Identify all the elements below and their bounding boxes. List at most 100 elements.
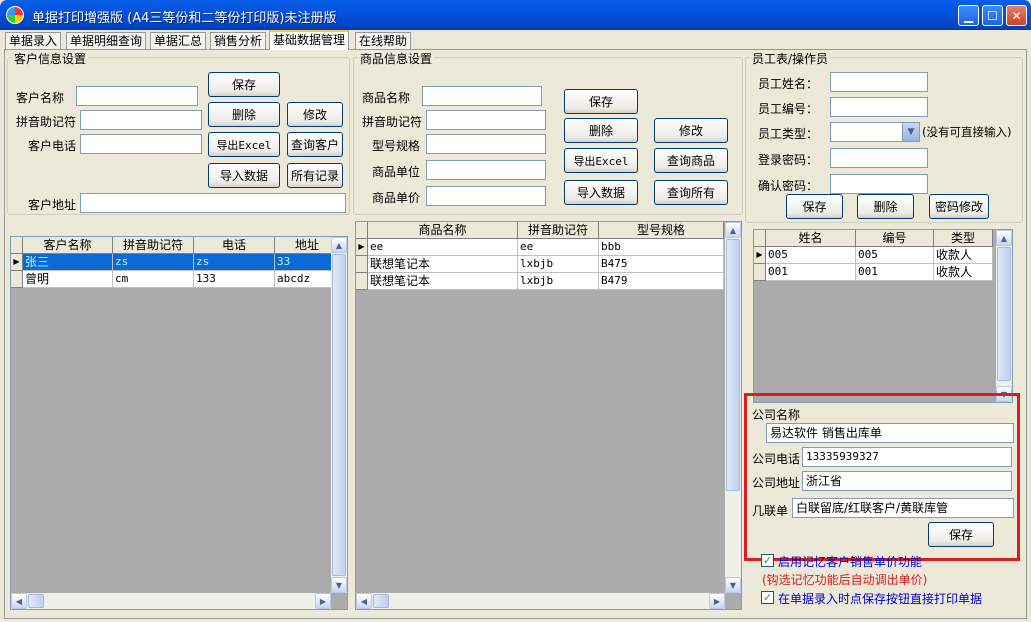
maximize-button[interactable]: ☐ [982, 5, 1003, 26]
table-row[interactable]: 联想笔记本 lxbjb B475 [368, 256, 724, 273]
product-import-button[interactable]: 导入数据 [564, 180, 638, 205]
scroll-right-icon[interactable]: ▶ [709, 593, 725, 609]
product-all-button[interactable]: 查询所有 [654, 180, 728, 205]
customer-edit-button[interactable]: 修改 [287, 102, 343, 127]
product-edit-button[interactable]: 修改 [654, 118, 728, 143]
customer-all-button[interactable]: 所有记录 [287, 163, 343, 188]
row-indicator [754, 264, 766, 281]
product-col-name[interactable]: 商品名称 [368, 222, 518, 239]
customer-vscroll[interactable]: ▲ ▼ [331, 237, 347, 593]
product-save-button[interactable]: 保存 [564, 89, 638, 114]
company-save-button[interactable]: 保存 [928, 522, 994, 547]
customer-query-button[interactable]: 查询客户 [287, 132, 343, 157]
tab-detail-query[interactable]: 单据明细查询 [66, 32, 147, 49]
product-hscroll[interactable]: ◀ ▶ [356, 593, 725, 609]
product-query-button[interactable]: 查询商品 [654, 148, 728, 173]
company-name-input[interactable]: 易达软件 销售出库单 [766, 423, 1014, 443]
table-row[interactable]: 001 001 收款人 [766, 264, 993, 281]
product-vscroll[interactable]: ▲ ▼ [725, 222, 741, 593]
employee-col-id[interactable]: 编号 [856, 230, 934, 247]
employee-id-input[interactable] [830, 97, 928, 117]
customer-name-input[interactable] [76, 86, 198, 106]
product-model-input[interactable] [426, 134, 546, 154]
employee-col-name[interactable]: 姓名 [766, 230, 856, 247]
row-indicator-icon: ▶ [11, 254, 23, 271]
row-indicator-icon: ▶ [356, 239, 368, 256]
customer-address-input[interactable] [80, 193, 346, 213]
customer-import-button[interactable]: 导入数据 [208, 163, 280, 188]
product-col-model[interactable]: 型号规格 [599, 222, 724, 239]
scroll-thumb[interactable] [373, 594, 389, 608]
employee-confirm-input[interactable] [830, 174, 928, 194]
close-button[interactable]: ✕ [1006, 5, 1027, 26]
scroll-left-icon[interactable]: ◀ [11, 593, 27, 609]
scroll-up-icon[interactable]: ▲ [996, 230, 1012, 246]
product-name-label: 商品名称 [362, 91, 411, 105]
product-grid[interactable]: 商品名称 拼音助记符 型号规格 ▶ ee ee bbb 联想笔记本 lxbjb … [355, 221, 742, 610]
table-cell: lxbjb [518, 273, 599, 290]
customer-col-phone[interactable]: 电话 [194, 237, 275, 254]
grid-corner [11, 237, 23, 254]
scroll-up-icon[interactable]: ▲ [725, 222, 741, 238]
product-unit-input[interactable] [426, 160, 546, 180]
employee-password-input[interactable] [830, 148, 928, 168]
employee-delete-button[interactable]: 删除 [857, 194, 914, 219]
row-indicator [356, 273, 368, 290]
employee-save-button[interactable]: 保存 [786, 194, 843, 219]
table-row[interactable]: 联想笔记本 lxbjb B479 [368, 273, 724, 290]
tab-summary[interactable]: 单据汇总 [150, 32, 207, 49]
product-name-input[interactable] [422, 86, 542, 106]
scroll-thumb[interactable] [997, 247, 1011, 381]
remember-price-checkbox[interactable]: ✓ [761, 554, 774, 567]
minimize-button[interactable]: ▁ [958, 5, 979, 26]
customer-save-button[interactable]: 保存 [208, 72, 280, 97]
customer-phone-input[interactable] [80, 134, 202, 154]
company-phone-input[interactable]: 13335939327 [802, 447, 1012, 467]
product-pinyin-input[interactable] [426, 110, 546, 130]
employee-vscroll[interactable]: ▲ ▼ [996, 230, 1012, 402]
employee-col-type[interactable]: 类型 [934, 230, 993, 247]
employee-name-input[interactable] [830, 72, 928, 92]
customer-hscroll[interactable]: ◀ ▶ [11, 593, 331, 609]
scroll-down-icon[interactable]: ▼ [331, 577, 347, 593]
tab-basic-data[interactable]: 基础数据管理 [269, 30, 350, 50]
grid-corner [754, 230, 766, 247]
table-row[interactable]: 张三 zs zs 33 [23, 254, 340, 271]
scroll-up-icon[interactable]: ▲ [331, 237, 347, 253]
row-indicator [356, 256, 368, 273]
company-address-input[interactable]: 浙江省 [802, 471, 1012, 491]
scroll-thumb[interactable] [726, 239, 740, 491]
scroll-down-icon[interactable]: ▼ [725, 577, 741, 593]
employee-change-password-button[interactable]: 密码修改 [929, 194, 989, 219]
scroll-right-icon[interactable]: ▶ [315, 593, 331, 609]
tab-sales-analysis[interactable]: 销售分析 [210, 32, 267, 49]
employee-type-select[interactable]: ▼ [830, 122, 920, 142]
chevron-down-icon[interactable]: ▼ [902, 123, 919, 141]
table-row[interactable]: ee ee bbb [368, 239, 724, 256]
product-price-input[interactable] [426, 186, 546, 206]
customer-delete-button[interactable]: 删除 [208, 102, 280, 127]
customer-grid[interactable]: 客户名称 拼音助记符 电话 地址 ▶ 张三 zs zs 33 曾明 cm 133… [10, 236, 348, 610]
remember-price-label[interactable]: 启用记忆客户销售单价功能 [778, 553, 922, 570]
customer-export-button[interactable]: 导出Excel [208, 132, 280, 157]
customer-pinyin-input[interactable] [80, 110, 202, 130]
scroll-thumb[interactable] [332, 254, 346, 576]
scroll-left-icon[interactable]: ◀ [356, 593, 372, 609]
employee-grid[interactable]: 姓名 编号 类型 ▶ 005 005 收款人 001 001 收款人 ▲ ▼ [753, 229, 1013, 403]
tab-help[interactable]: 在线帮助 [355, 32, 412, 49]
customer-col-pinyin[interactable]: 拼音助记符 [113, 237, 194, 254]
employee-id-label: 员工编号： [758, 102, 819, 116]
table-row[interactable]: 005 005 收款人 [766, 247, 993, 264]
direct-print-checkbox[interactable]: ✓ [761, 591, 774, 604]
table-cell: 001 [856, 264, 934, 281]
product-delete-button[interactable]: 删除 [564, 118, 638, 143]
customer-col-name[interactable]: 客户名称 [23, 237, 113, 254]
customer-group-title: 客户信息设置 [12, 50, 89, 67]
table-row[interactable]: 曾明 cm 133 abcdz [23, 271, 340, 288]
scroll-thumb[interactable] [28, 594, 44, 608]
product-col-pinyin[interactable]: 拼音助记符 [518, 222, 599, 239]
company-copies-input[interactable]: 白联留底/红联客户/黄联库管 [792, 498, 1014, 518]
direct-print-label[interactable]: 在单据录入时点保存按钮直接打印单据 [778, 590, 982, 607]
product-export-button[interactable]: 导出Excel [564, 148, 638, 173]
tab-entry[interactable]: 单据录入 [5, 32, 62, 49]
